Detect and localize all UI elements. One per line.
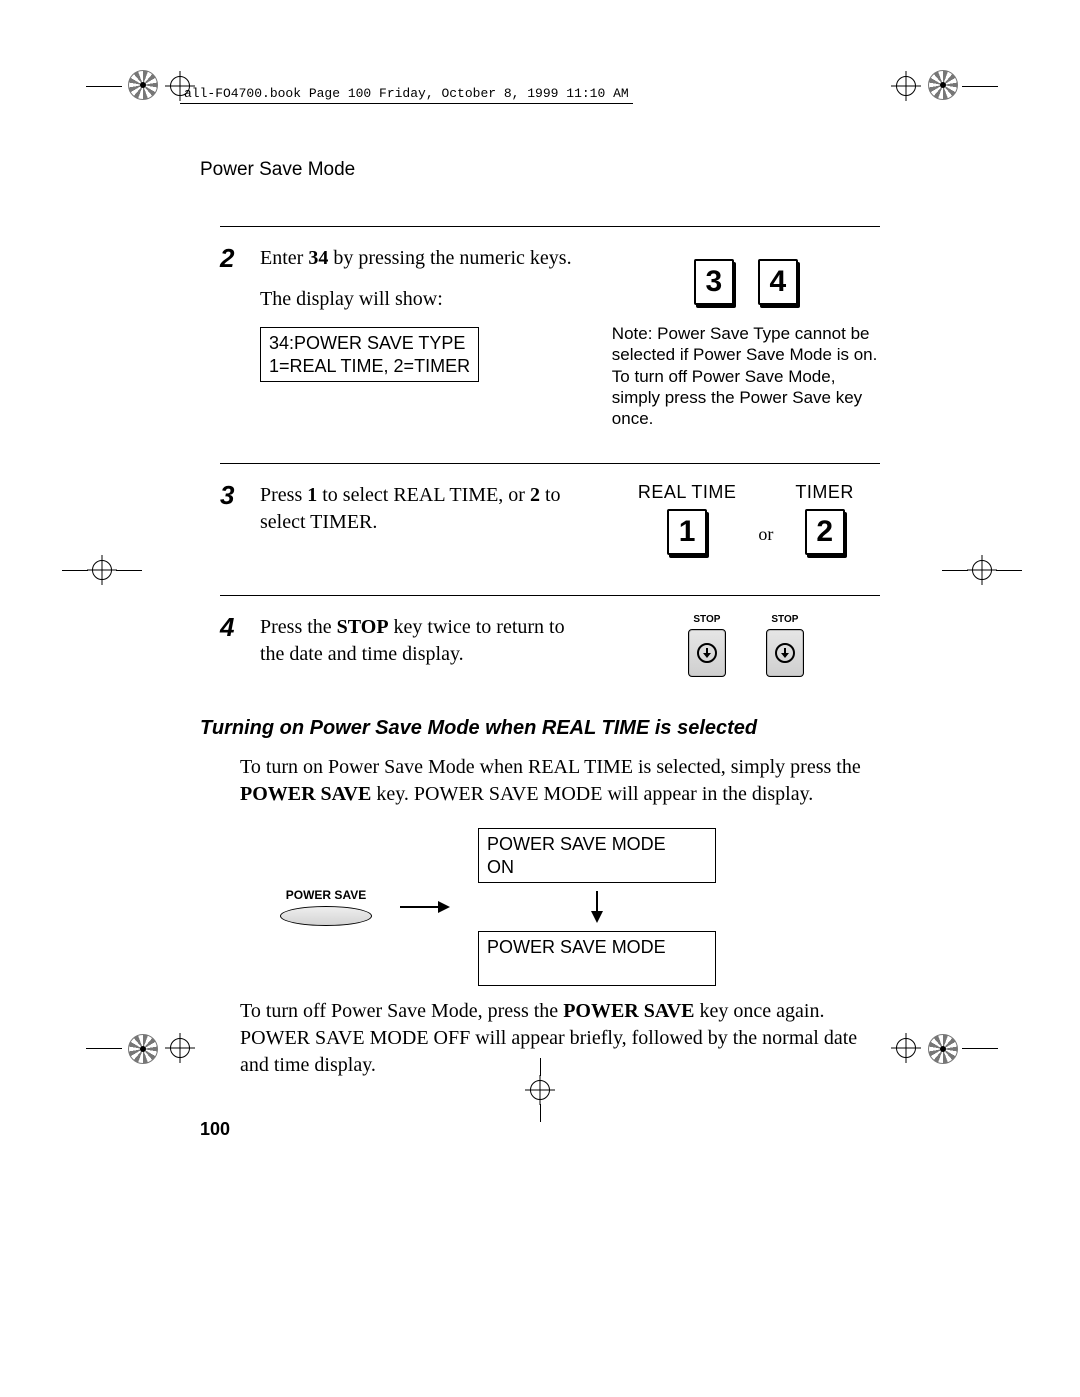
step2-line1: Enter 34 by pressing the numeric keys. xyxy=(260,245,588,272)
lcd-display-box: 34:POWER SAVE TYPE 1=REAL TIME, 2=TIMER xyxy=(260,327,479,382)
step-number: 4 xyxy=(220,614,246,677)
divider xyxy=(220,463,880,464)
step-2: 2 Enter 34 by pressing the numeric keys.… xyxy=(200,245,900,441)
step2-line2: The display will show: xyxy=(260,286,588,313)
divider xyxy=(220,226,880,227)
power-save-caption: POWER SAVE xyxy=(286,888,366,902)
numeric-key-1[interactable]: 1 xyxy=(667,509,707,555)
stop-label: STOP xyxy=(693,614,720,625)
stop-button[interactable] xyxy=(766,629,804,677)
section-header: Power Save Mode xyxy=(200,159,900,181)
stop-label: STOP xyxy=(771,614,798,625)
subsection-para1: To turn on Power Save Mode when REAL TIM… xyxy=(200,754,900,818)
divider xyxy=(220,595,880,596)
book-meta: all-FO4700.book Page 100 Friday, October… xyxy=(180,85,633,104)
numeric-key-2[interactable]: 2 xyxy=(805,509,845,555)
step4-text: Press the STOP key twice to return to th… xyxy=(260,614,588,677)
power-save-flow: POWER SAVE POWER SAVE MODE ON POWER SAVE… xyxy=(200,828,900,986)
numeric-key-4[interactable]: 4 xyxy=(758,259,798,305)
label-timer: TIMER xyxy=(795,482,854,503)
subsection-heading: Turning on Power Save Mode when REAL TIM… xyxy=(200,717,900,740)
step-3: 3 Press 1 to select REAL TIME, or 2 to s… xyxy=(200,482,900,567)
subsection-para2: To turn off Power Save Mode, press the P… xyxy=(200,998,900,1089)
step2-note: Note: Power Save Type cannot be selected… xyxy=(612,323,880,429)
step-number: 2 xyxy=(220,245,246,429)
label-real-time: REAL TIME xyxy=(638,482,737,503)
step-4: 4 Press the STOP key twice to return to … xyxy=(200,614,900,689)
numeric-key-3[interactable]: 3 xyxy=(694,259,734,305)
stop-icon xyxy=(696,642,718,664)
or-label: or xyxy=(758,524,773,555)
stop-button[interactable] xyxy=(688,629,726,677)
arrow-down-icon xyxy=(589,891,605,923)
page-number: 100 xyxy=(200,1119,900,1140)
lcd-display-box: POWER SAVE MODE xyxy=(478,931,716,986)
step3-text: Press 1 to select REAL TIME, or 2 to sel… xyxy=(260,482,588,555)
step-number: 3 xyxy=(220,482,246,555)
power-save-button[interactable] xyxy=(280,906,372,926)
lcd-display-box: POWER SAVE MODE ON xyxy=(478,828,716,883)
arrow-right-icon xyxy=(400,899,450,915)
stop-icon xyxy=(774,642,796,664)
